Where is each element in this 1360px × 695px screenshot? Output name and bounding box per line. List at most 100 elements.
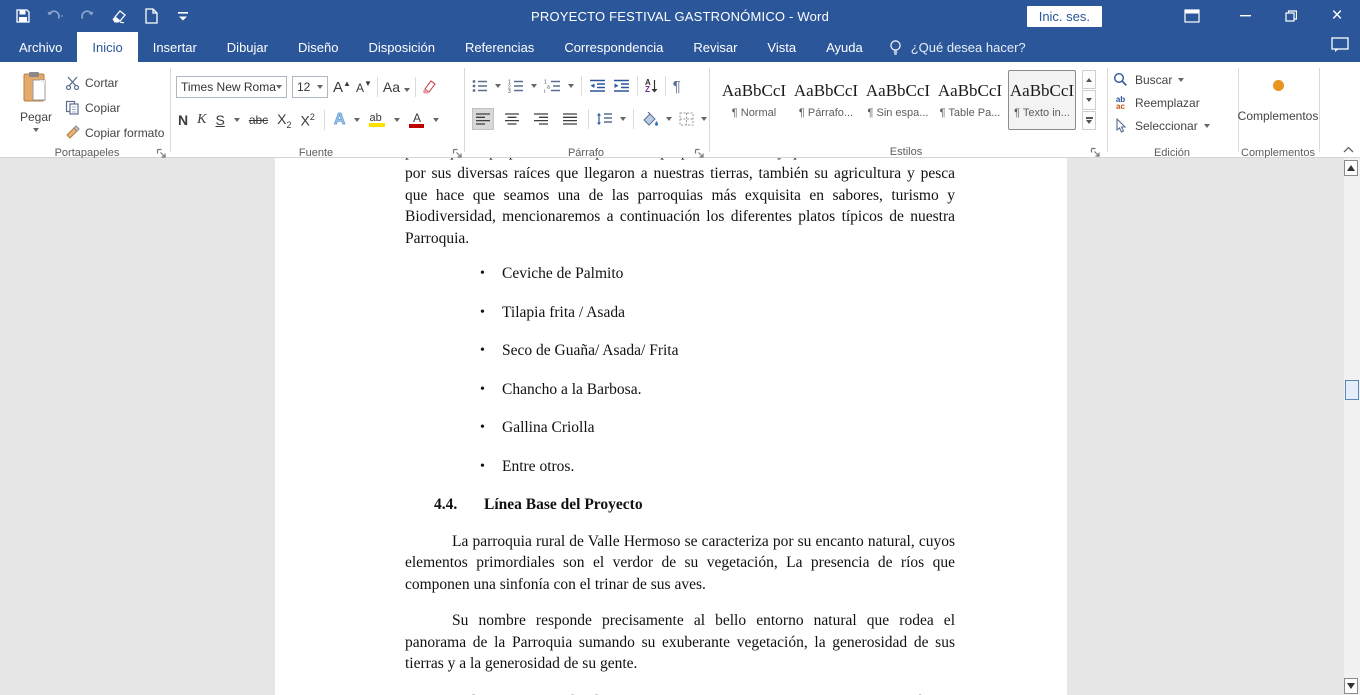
borders-caret[interactable] (701, 117, 707, 121)
title-bar: PROYECTO FESTIVAL GASTRONÓMICO - Word In… (0, 0, 1360, 32)
close-button[interactable]: × (1314, 0, 1360, 32)
line-spacing-button[interactable] (596, 112, 613, 126)
increase-indent-button[interactable] (613, 79, 630, 93)
font-color-caret[interactable] (433, 118, 439, 122)
styles-scroll-down-icon[interactable] (1082, 90, 1096, 109)
line-spacing-caret[interactable] (620, 117, 626, 121)
change-case-button[interactable]: Aa (383, 79, 410, 95)
show-marks-button[interactable]: ¶ (673, 78, 681, 95)
new-document-icon[interactable] (142, 7, 160, 25)
superscript-button[interactable]: X2 (301, 112, 315, 129)
bold-button[interactable]: N (178, 112, 188, 128)
borders-button[interactable] (679, 112, 694, 126)
format-painter-button[interactable]: Copiar formato (64, 124, 164, 141)
highlight-button[interactable]: ab (369, 113, 385, 127)
word-window: PROYECTO FESTIVAL GASTRONÓMICO - Word In… (0, 0, 1360, 695)
highlight-caret[interactable] (394, 118, 400, 122)
tab-correspondencia[interactable]: Correspondencia (549, 32, 678, 62)
text-effects-caret[interactable] (354, 118, 360, 122)
save-icon[interactable] (14, 7, 32, 25)
tell-me-box[interactable]: ¿Qué desea hacer? (878, 32, 1026, 62)
vertical-scrollbar[interactable] (1344, 158, 1360, 695)
replace-button[interactable]: abac Reemplazar (1112, 91, 1236, 114)
tab-dibujar[interactable]: Dibujar (212, 32, 283, 62)
font-name-combo[interactable]: Times New Roma (176, 76, 287, 98)
clipboard-icon (21, 71, 51, 105)
style-table-paragraph[interactable]: AaBbCcI ¶ Table Pa... (936, 70, 1004, 130)
customize-qat-icon[interactable] (174, 7, 192, 25)
window-controls: × (1222, 0, 1360, 32)
styles-more-icon[interactable] (1082, 111, 1096, 130)
scroll-down-icon[interactable] (1344, 678, 1358, 694)
multilevel-list-button[interactable]: 1ai (544, 79, 561, 93)
restore-button[interactable] (1268, 0, 1314, 32)
redo-icon[interactable] (78, 7, 96, 25)
style-sin-espaciado[interactable]: AaBbCcI ¶ Sin espa... (864, 70, 932, 130)
styles-scroll-up-icon[interactable] (1082, 70, 1096, 89)
undo-icon[interactable] (46, 7, 64, 25)
tab-referencias[interactable]: Referencias (450, 32, 549, 62)
collapse-ribbon-icon[interactable] (1340, 142, 1356, 156)
font-size-combo[interactable]: 12 (292, 76, 328, 98)
tab-inicio[interactable]: Inicio (77, 32, 137, 62)
cut-button[interactable]: Cortar (64, 74, 164, 91)
paragraph: Su nombre responde precisamente al bello… (405, 610, 955, 675)
quick-access-toolbar (14, 0, 192, 32)
italic-button[interactable]: K (197, 112, 206, 128)
bullets-caret[interactable] (495, 84, 501, 88)
scroll-up-icon[interactable] (1344, 160, 1358, 176)
numbering-button[interactable]: 123 (508, 79, 524, 93)
numbering-caret[interactable] (531, 84, 537, 88)
align-left-button[interactable] (472, 108, 494, 130)
style-texto-independiente[interactable]: AaBbCcI ¶ Texto in... (1008, 70, 1076, 130)
clear-formatting-button[interactable] (421, 79, 438, 95)
scrollbar-thumb[interactable] (1345, 380, 1359, 400)
style-normal[interactable]: AaBbCcI ¶ Normal (720, 70, 788, 130)
addins-button[interactable]: Complementos (1240, 72, 1316, 123)
minimize-button[interactable] (1222, 0, 1268, 32)
text-effects-button[interactable]: A (334, 111, 346, 129)
sort-button[interactable]: AZ (645, 79, 658, 93)
grow-font-button[interactable]: A▲ (333, 79, 351, 96)
align-right-button[interactable] (530, 108, 552, 130)
find-button[interactable]: Buscar (1112, 68, 1236, 91)
bullets-button[interactable] (472, 79, 488, 93)
paste-button[interactable]: Pegar (14, 71, 58, 143)
shading-button[interactable] (641, 112, 659, 127)
list-item: •Seco de Guaña/ Asada/ Frita (405, 340, 955, 362)
document-page[interactable]: platos que se preparan con los productos… (275, 158, 1067, 695)
multilevel-caret[interactable] (568, 84, 574, 88)
group-label-estilos: Estilos (826, 146, 986, 158)
tab-insertar[interactable]: Insertar (138, 32, 212, 62)
shading-caret[interactable] (666, 117, 672, 121)
ribbon-display-options-icon[interactable] (1172, 0, 1212, 32)
paste-dropdown-caret (33, 128, 39, 132)
eraser-icon[interactable] (110, 7, 128, 25)
document-text-column: platos que se preparan con los productos… (405, 158, 955, 695)
sign-in-button[interactable]: Inic. ses. (1027, 6, 1102, 27)
shrink-font-button[interactable]: A▼ (356, 79, 372, 95)
underline-caret[interactable] (234, 118, 240, 122)
copy-button[interactable]: Copiar (64, 99, 164, 116)
select-button[interactable]: Seleccionar (1112, 114, 1236, 137)
justify-button[interactable] (559, 108, 581, 130)
feedback-bubble-icon[interactable] (1330, 36, 1350, 54)
document-area: platos que se preparan con los productos… (0, 158, 1344, 695)
group-fuente: Times New Roma 12 A▲ A▼ Aa N K S abc (176, 68, 460, 158)
tab-archivo[interactable]: Archivo (4, 32, 77, 62)
tab-revisar[interactable]: Revisar (678, 32, 752, 62)
tab-ayuda[interactable]: Ayuda (811, 32, 878, 62)
font-color-button[interactable]: A (409, 113, 424, 128)
subscript-button[interactable]: X2 (277, 111, 291, 130)
scissors-icon (64, 74, 81, 91)
list-item: •Gallina Criolla (405, 417, 955, 439)
tab-diseno[interactable]: Diseño (283, 32, 353, 62)
replace-icon: abac (1112, 94, 1129, 111)
decrease-indent-button[interactable] (589, 79, 606, 93)
align-center-button[interactable] (501, 108, 523, 130)
style-parrafo[interactable]: AaBbCcI ¶ Párrafo... (792, 70, 860, 130)
underline-button[interactable]: S (215, 112, 224, 128)
strikethrough-button[interactable]: abc (249, 113, 268, 127)
tab-disposicion[interactable]: Disposición (353, 32, 449, 62)
tab-vista[interactable]: Vista (752, 32, 811, 62)
